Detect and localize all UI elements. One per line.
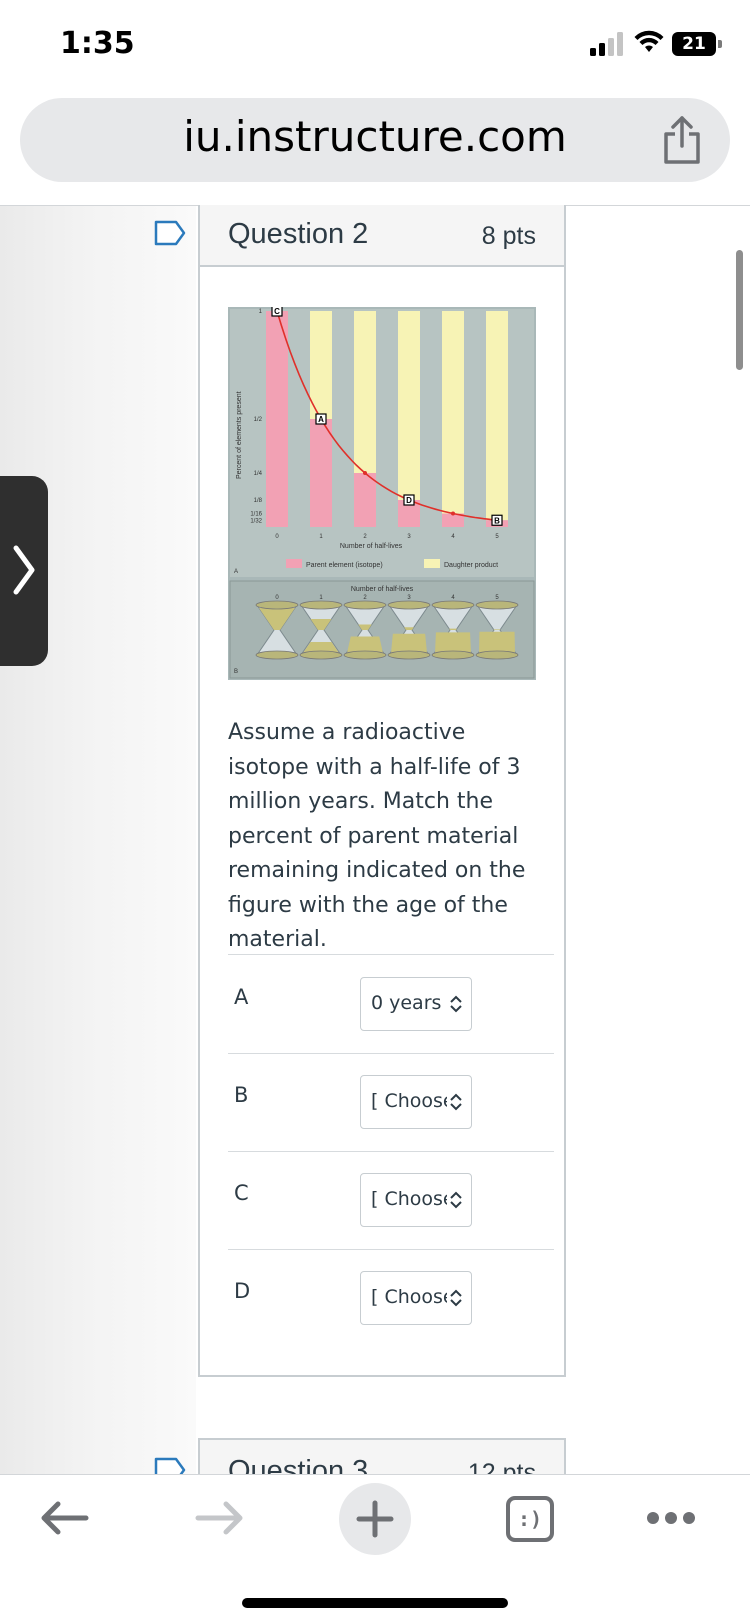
answer-select-value: [ Choose ] bbox=[371, 1286, 447, 1308]
legend-daughter: Daughter product bbox=[444, 562, 498, 569]
left-gutter bbox=[0, 206, 196, 1476]
tabs-icon: :) bbox=[517, 1507, 543, 1531]
hourglass-title: Number of half-lives bbox=[351, 586, 414, 593]
y-tick-label: 1/8 bbox=[254, 498, 263, 504]
half-life-figure: CADB 11/21/41/81/161/32 012345 Percent o… bbox=[228, 307, 536, 680]
status-bar: 1:35 21 bbox=[0, 0, 750, 90]
answer-divider bbox=[228, 1249, 554, 1250]
tabs-button[interactable]: :) bbox=[506, 1496, 554, 1542]
url-text[interactable]: iu.instructure.com bbox=[0, 112, 750, 161]
answer-select-value: [ Choose ] bbox=[371, 1090, 447, 1112]
answer-select-c[interactable]: [ Choose ] bbox=[360, 1173, 472, 1227]
share-icon[interactable] bbox=[660, 114, 704, 166]
question-points: 8 pts bbox=[481, 222, 536, 250]
answer-divider bbox=[228, 1151, 554, 1152]
daughter-bar bbox=[310, 311, 332, 419]
answer-label-c: C bbox=[234, 1181, 249, 1205]
plus-icon[interactable] bbox=[355, 1499, 395, 1539]
point-label: A bbox=[318, 415, 324, 424]
answer-select-b[interactable]: [ Choose ] bbox=[360, 1075, 472, 1129]
select-caret-icon bbox=[450, 1191, 462, 1209]
answer-divider bbox=[228, 1053, 554, 1054]
parent-bar bbox=[266, 311, 288, 527]
answer-select-d[interactable]: [ Choose ] bbox=[360, 1271, 472, 1325]
answer-select-a[interactable]: 0 years bbox=[360, 977, 472, 1031]
more-options-icon[interactable] bbox=[646, 1510, 696, 1526]
parent-bar bbox=[310, 419, 332, 527]
parent-bar bbox=[354, 473, 376, 527]
point-label: B bbox=[494, 516, 500, 525]
answer-select-value: [ Choose ] bbox=[371, 1188, 447, 1210]
panel-b-label: B bbox=[234, 669, 238, 675]
answer-label-b: B bbox=[234, 1083, 249, 1107]
daughter-bar bbox=[442, 311, 464, 514]
select-caret-icon bbox=[450, 1289, 462, 1307]
daughter-bar bbox=[354, 311, 376, 473]
answer-divider bbox=[228, 954, 554, 955]
cellular-signal-icon bbox=[590, 32, 623, 56]
home-indicator bbox=[242, 1598, 508, 1608]
daughter-bar bbox=[486, 311, 508, 521]
point-label: C bbox=[274, 307, 280, 316]
question-title: Question 2 bbox=[228, 218, 369, 250]
answer-label-a: A bbox=[234, 985, 249, 1009]
select-caret-icon bbox=[450, 1093, 462, 1111]
legend-daughter-swatch bbox=[424, 559, 440, 568]
answer-label-d: D bbox=[234, 1279, 251, 1303]
chevron-right-icon[interactable] bbox=[8, 540, 38, 600]
daughter-bar bbox=[398, 311, 420, 500]
y-tick-label: 1/16 bbox=[250, 512, 262, 518]
legend-parent: Parent element (isotope) bbox=[306, 562, 383, 569]
y-tick-label: 1/2 bbox=[254, 417, 263, 423]
y-axis-label: Percent of elements present bbox=[236, 391, 243, 479]
y-tick-label: 1/32 bbox=[250, 518, 262, 524]
battery-nub bbox=[718, 40, 722, 48]
page: 1:35 21 iu.instructure.com Question 2 8 … bbox=[0, 0, 750, 1624]
point-label: D bbox=[406, 496, 412, 505]
back-arrow-icon[interactable] bbox=[38, 1496, 90, 1540]
status-time: 1:35 bbox=[60, 26, 135, 61]
x-axis-label: Number of half-lives bbox=[340, 543, 403, 550]
y-tick-label: 1/4 bbox=[254, 471, 263, 477]
wifi-icon bbox=[634, 30, 664, 52]
answer-select-value: 0 years bbox=[371, 992, 442, 1014]
battery-indicator: 21 bbox=[672, 32, 716, 56]
select-caret-icon bbox=[450, 995, 462, 1013]
panel-a-label: A bbox=[234, 569, 238, 575]
flag-question-icon[interactable] bbox=[154, 220, 186, 246]
scrollbar[interactable] bbox=[736, 250, 743, 370]
curve-point bbox=[363, 471, 367, 475]
legend-parent-swatch bbox=[286, 559, 302, 568]
forward-arrow-icon[interactable] bbox=[194, 1496, 246, 1540]
question-prompt: Assume a radioactive isotope with a half… bbox=[228, 720, 526, 952]
curve-point bbox=[451, 511, 455, 516]
